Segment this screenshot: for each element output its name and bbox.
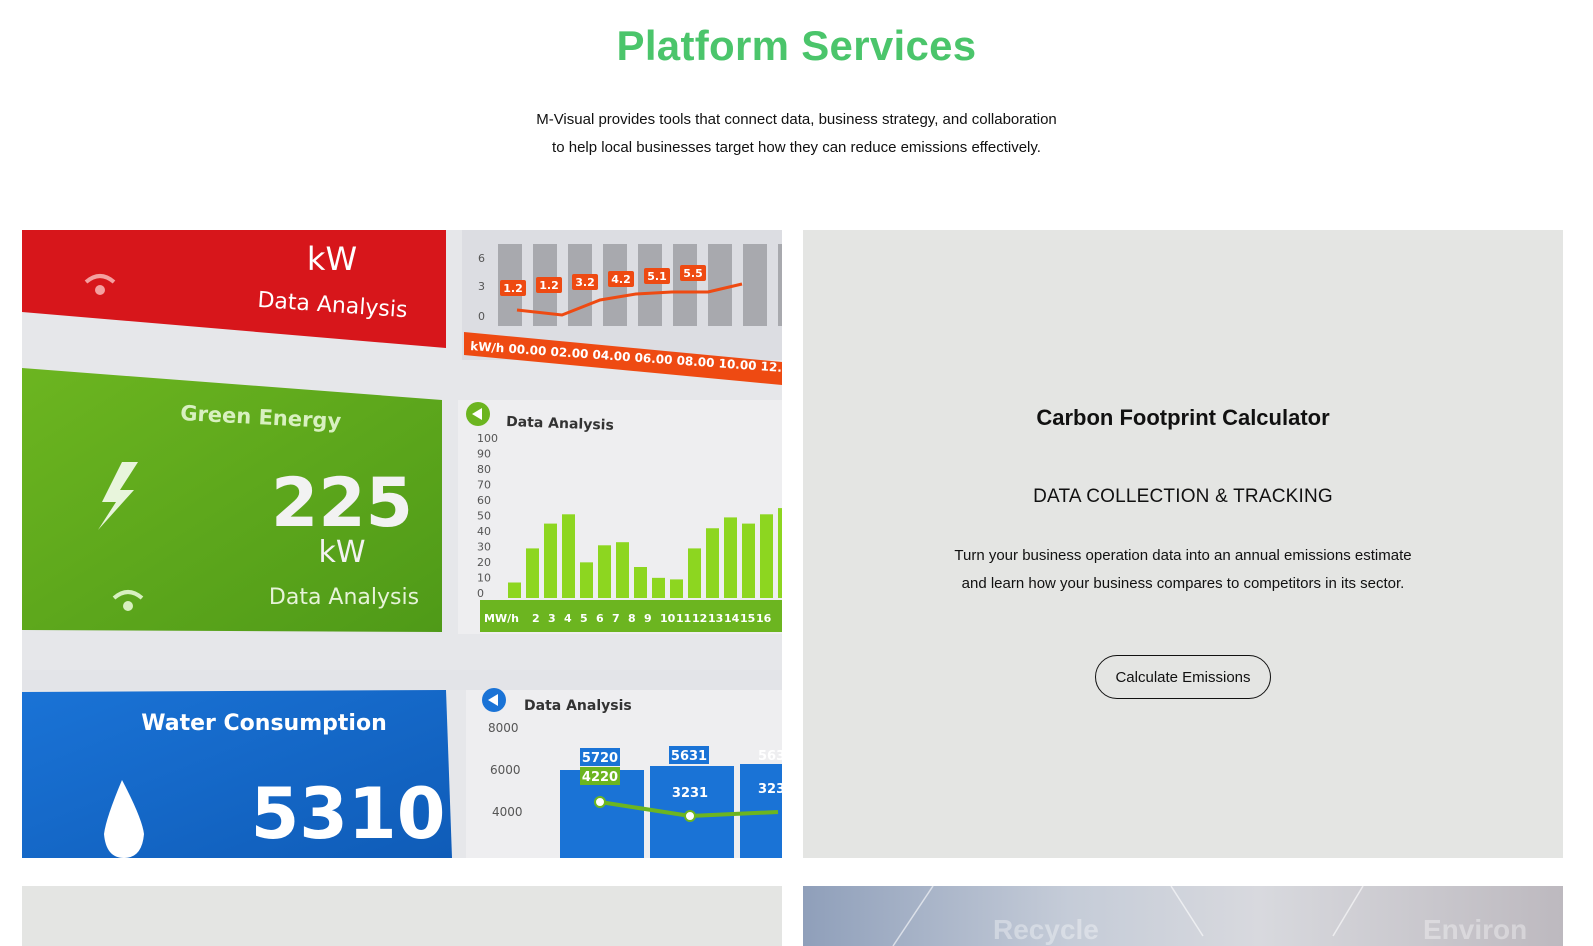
green-y-tick: 90 [477, 448, 491, 461]
water-panel-value: 5310 [251, 773, 446, 855]
top-bar [778, 244, 782, 326]
calculator-description: Turn your business operation data into a… [803, 542, 1563, 598]
green-x-tick: 5 [580, 612, 588, 625]
water-label-4220: 4220 [582, 770, 618, 785]
top-bar-label: 1.2 [539, 279, 559, 292]
water-label-3231: 3231 [672, 786, 708, 801]
green-bar-chart: Data Analysis 1009080706050403020100 MW/… [458, 400, 782, 634]
green-x-tick: 15 [740, 612, 755, 625]
top-panel-unit: kW [307, 240, 357, 278]
calculator-desc-line-1: Turn your business operation data into a… [954, 547, 1412, 564]
top-bar [708, 244, 732, 326]
top-bar-label: 1.2 [503, 282, 523, 295]
green-x-tick: 6 [596, 612, 604, 625]
bottom-left-card [22, 886, 782, 946]
green-bar [688, 548, 701, 598]
green-y-tick: 10 [477, 572, 491, 585]
green-x-tick: 12 [692, 612, 707, 625]
top-y-tick-0: 0 [478, 310, 485, 323]
green-x-tick: 2 [532, 612, 540, 625]
faded-environ-text: Environ [1423, 914, 1528, 945]
water-y-tick-6000: 6000 [490, 763, 521, 777]
green-bar [526, 548, 539, 598]
calculator-desc-line-2: and learn how your business compares to … [961, 575, 1405, 592]
water-y-tick-8000: 8000 [488, 721, 519, 735]
green-panel-label: Data Analysis [269, 585, 419, 610]
green-bar [760, 514, 773, 598]
top-bar-label: 5.5 [683, 267, 703, 280]
faded-recycle-text: Recycle [993, 914, 1099, 945]
energy-dashboard-image: kW Data Analysis 1.2 1.2 3.2 4.2 5.1 5.5 kW/h… [22, 230, 782, 858]
top-bar-label: 4.2 [611, 273, 631, 286]
bottom-right-image-card: Recycle Environ [803, 886, 1563, 946]
green-bar [508, 582, 521, 598]
calculate-emissions-button[interactable]: Calculate Emissions [1095, 655, 1271, 699]
water-label-563: 563 [758, 749, 782, 764]
intro-line-1: M-Visual provides tools that connect dat… [536, 111, 1057, 128]
green-bar [670, 579, 683, 598]
page-title: Platform Services [616, 22, 977, 69]
water-label-323: 323 [758, 782, 782, 797]
green-y-tick: 0 [477, 587, 484, 600]
green-x-axis-label: MW/h [484, 612, 519, 625]
water-y-tick-4000: 4000 [492, 805, 523, 819]
top-y-tick-6: 6 [478, 252, 485, 265]
green-bar [598, 545, 611, 598]
water-label-5720: 5720 [582, 751, 618, 766]
green-panel-unit: kW [318, 535, 365, 570]
green-x-tick: 4 [564, 612, 572, 625]
green-x-tick: 9 [644, 612, 652, 625]
green-bar [544, 523, 557, 598]
green-x-tick: 7 [612, 612, 620, 625]
green-energy-panel: Green Energy 225 kW Data Analysis [22, 368, 442, 632]
water-label-5631: 5631 [671, 749, 707, 764]
dashboard-illustration: kW Data Analysis 1.2 1.2 3.2 4.2 5.1 5.5 kW/h… [22, 230, 782, 858]
carbon-calculator-card: Carbon Footprint Calculator DATA COLLECT… [803, 230, 1563, 858]
top-bar [673, 244, 697, 326]
calculator-title: Carbon Footprint Calculator [1036, 405, 1330, 430]
green-bar [742, 523, 755, 598]
top-y-tick-3: 3 [478, 280, 485, 293]
green-x-tick: 13 [708, 612, 723, 625]
green-bar [634, 567, 647, 598]
green-y-tick: 30 [477, 541, 491, 554]
green-bar [616, 542, 629, 598]
top-bar-label: 3.2 [575, 276, 595, 289]
green-bar [580, 562, 593, 598]
green-y-tick: 40 [477, 525, 491, 538]
green-x-tick: 10 [660, 612, 676, 625]
intro-text: M-Visual provides tools that connect dat… [0, 106, 1593, 162]
green-y-tick: 70 [477, 479, 491, 492]
green-bar [706, 528, 719, 598]
green-bar [652, 577, 665, 598]
green-panel-value: 225 [271, 464, 413, 543]
green-x-tick: 14 [724, 612, 740, 625]
water-bar-chart: Data Analysis 8000 6000 4000 5720 4220 5… [466, 688, 782, 858]
green-y-tick: 80 [477, 463, 491, 476]
green-x-tick: 11 [676, 612, 691, 625]
green-bar [562, 514, 575, 598]
green-x-tick: 8 [628, 612, 636, 625]
top-bar [743, 244, 767, 326]
water-panel-title: Water Consumption [141, 711, 386, 736]
top-bar [638, 244, 662, 326]
intro-line-2: to help local businesses target how they… [552, 139, 1041, 156]
wifi-icon [123, 601, 133, 611]
green-bar [778, 508, 782, 598]
top-bar-label: 5.1 [647, 270, 667, 283]
green-y-tick: 60 [477, 494, 491, 507]
green-y-tick: 50 [477, 510, 491, 523]
green-x-tick: 3 [548, 612, 556, 625]
water-chart-title: Data Analysis [524, 698, 632, 714]
green-bar [724, 517, 737, 598]
green-x-tick: 16 [756, 612, 772, 625]
green-y-tick: 20 [477, 556, 491, 569]
green-y-tick: 100 [477, 432, 498, 445]
calculator-subtitle: DATA COLLECTION & TRACKING [1033, 486, 1333, 507]
